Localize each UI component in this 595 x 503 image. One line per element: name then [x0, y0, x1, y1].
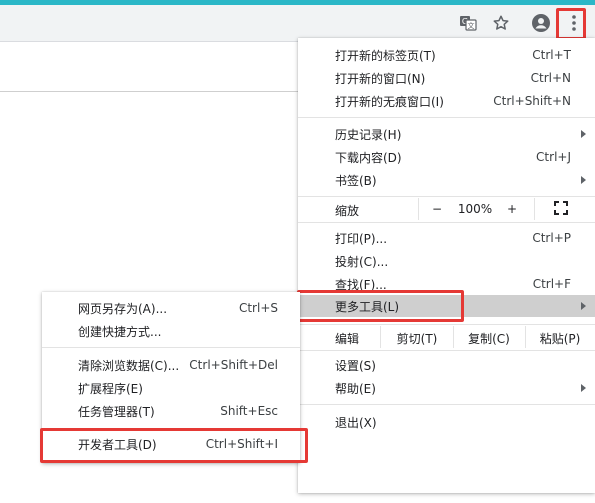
chrome-main-menu: 打开新的标签页(T) Ctrl+T 打开新的窗口(N) Ctrl+N 打开新的无… [298, 38, 595, 493]
menu-item-bookmarks[interactable]: 书签(B) [298, 169, 595, 191]
submenu-item-clear-browsing-data[interactable]: 清除浏览数据(C)... Ctrl+Shift+Del [42, 354, 300, 376]
menu-more-icon[interactable] [561, 10, 587, 36]
menu-item-help[interactable]: 帮助(E) [298, 377, 595, 399]
copy-button[interactable]: 复制(C) [458, 330, 520, 347]
menu-item-history[interactable]: 历史记录(H) [298, 123, 595, 145]
cut-button[interactable]: 剪切(T) [386, 330, 448, 347]
menu-item-new-incognito-window[interactable]: 打开新的无痕窗口(I) Ctrl+Shift+N [298, 90, 595, 112]
menu-separator [298, 222, 595, 223]
menu-item-print[interactable]: 打印(P)... Ctrl+P [298, 227, 595, 249]
menu-separator [298, 117, 595, 118]
fullscreen-icon[interactable] [553, 201, 569, 218]
paste-button[interactable]: 粘贴(P) [530, 330, 590, 347]
menu-separator [42, 428, 300, 429]
zoom-level-value: 100% [457, 202, 493, 216]
submenu-item-task-manager[interactable]: 任务管理器(T) Shift+Esc [42, 400, 300, 422]
submenu-item-extensions[interactable]: 扩展程序(E) [42, 377, 300, 399]
menu-item-exit[interactable]: 退出(X) [298, 411, 595, 433]
menu-item-settings[interactable]: 设置(S) [298, 354, 595, 376]
menu-item-new-tab[interactable]: 打开新的标签页(T) Ctrl+T [298, 44, 595, 66]
menu-separator [42, 347, 300, 348]
zoom-row: 缩放 − 100% + [298, 198, 595, 220]
menu-item-more-tools[interactable]: 更多工具(L) [298, 295, 595, 317]
menu-separator [298, 324, 595, 325]
submenu-item-developer-tools[interactable]: 开发者工具(D) Ctrl+Shift+I [42, 433, 300, 455]
bookmark-star-icon[interactable] [488, 10, 514, 36]
edit-label: 编辑 [335, 332, 360, 346]
menu-item-cast[interactable]: 投射(C)... [298, 250, 595, 272]
zoom-in-button[interactable]: + [503, 202, 521, 216]
submenu-arrow-icon [581, 176, 586, 184]
menu-separator [298, 350, 595, 351]
menu-item-downloads[interactable]: 下载内容(D) Ctrl+J [298, 146, 595, 168]
menu-item-find[interactable]: 查找(F)... Ctrl+F [298, 273, 595, 295]
zoom-out-button[interactable]: − [428, 202, 446, 216]
browser-toolbar: G 文 [0, 5, 595, 42]
more-tools-submenu: 网页另存为(A)... Ctrl+S 创建快捷方式... 清除浏览数据(C)..… [42, 292, 300, 463]
submenu-item-save-page-as[interactable]: 网页另存为(A)... Ctrl+S [42, 297, 300, 319]
submenu-arrow-icon [581, 302, 586, 310]
submenu-arrow-icon [581, 384, 586, 392]
submenu-item-create-shortcut[interactable]: 创建快捷方式... [42, 320, 300, 342]
edit-row: 编辑 剪切(T) 复制(C) 粘贴(P) [298, 326, 595, 348]
menu-separator [298, 404, 595, 405]
menu-item-new-window[interactable]: 打开新的窗口(N) Ctrl+N [298, 67, 595, 89]
zoom-label: 缩放 [335, 204, 360, 218]
menu-separator [298, 196, 595, 197]
profile-icon[interactable] [528, 10, 554, 36]
page-content-divider [0, 91, 300, 92]
submenu-arrow-icon [581, 130, 586, 138]
translate-icon[interactable]: G 文 [455, 10, 481, 36]
svg-text:文: 文 [468, 21, 475, 30]
